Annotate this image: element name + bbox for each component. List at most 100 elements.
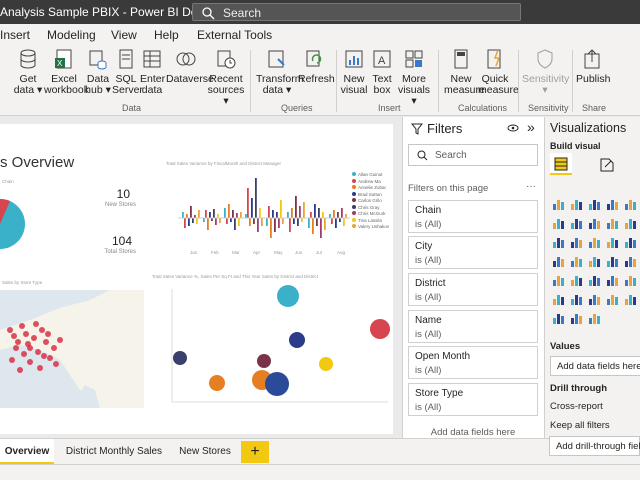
visual-type-icon[interactable]: [570, 254, 584, 268]
visual-type-icon[interactable]: [606, 254, 620, 268]
refresh-button[interactable]: Refresh: [298, 48, 335, 85]
visual-type-icon[interactable]: [552, 216, 566, 230]
visual-type-icon[interactable]: [570, 292, 584, 306]
bar: [310, 212, 312, 218]
visualizations-title: Visualizations: [550, 121, 627, 135]
values-drop-field[interactable]: Add data fields here: [550, 356, 640, 376]
visual-type-icon[interactable]: [588, 292, 602, 306]
visual-type-icon[interactable]: [570, 311, 584, 325]
visual-type-icon[interactable]: [588, 273, 602, 287]
sensitivity-button[interactable]: Sensitivity ▾: [522, 48, 569, 96]
new-measure-button[interactable]: New measure: [444, 48, 485, 96]
store-dot: [43, 339, 49, 345]
new-visual-button[interactable]: New visual: [340, 48, 368, 96]
store-map[interactable]: [0, 290, 144, 408]
bar: [339, 218, 341, 222]
recent-sources-icon: [217, 50, 236, 69]
text-box-button[interactable]: A Text box: [370, 48, 394, 96]
menu-help[interactable]: Help: [154, 28, 179, 42]
bar: [287, 212, 289, 218]
visual-type-icon[interactable]: [624, 197, 638, 211]
visual-type-icon[interactable]: [588, 197, 602, 211]
report-page[interactable]: s Overview Chain 10 New Stores 104 Total…: [0, 124, 393, 434]
visual-type-icon[interactable]: [606, 273, 620, 287]
bar: [230, 218, 232, 222]
bar: [331, 218, 333, 224]
visual-type-icon[interactable]: [570, 235, 584, 249]
add-page-button[interactable]: +: [241, 441, 269, 463]
enter-data-button[interactable]: Enter data: [140, 48, 165, 96]
kpi-total-stores-value: 104: [111, 234, 132, 248]
menu-modeling[interactable]: Modeling: [47, 28, 96, 42]
data-hub-button[interactable]: Data hub ▾: [84, 48, 112, 96]
transform-data-button[interactable]: Transform data ▾: [256, 48, 303, 96]
build-visual-tab[interactable]: [550, 153, 572, 175]
visual-type-icon[interactable]: [624, 254, 638, 268]
eye-icon[interactable]: [507, 123, 519, 133]
filter-card-chain[interactable]: Chain is (All): [408, 200, 538, 233]
sql-server-button[interactable]: SQL Server: [112, 48, 143, 96]
visual-type-icon[interactable]: [606, 197, 620, 211]
build-visual-label: Build visual: [550, 141, 601, 151]
menu-insert[interactable]: Insert: [0, 28, 30, 42]
bubble: [173, 351, 187, 365]
recent-sources-button[interactable]: Recent sources ▾: [206, 48, 246, 107]
format-visual-icon[interactable]: [599, 157, 615, 173]
drill-through-drop-field[interactable]: Add drill-through fields: [549, 436, 640, 456]
visual-type-icon[interactable]: [588, 311, 602, 325]
publish-button[interactable]: Publish: [576, 48, 610, 85]
bar: [270, 218, 272, 238]
menu-view[interactable]: View: [111, 28, 137, 42]
ribbon-separator: [518, 50, 519, 112]
visual-type-icon[interactable]: [624, 235, 638, 249]
bubble: [289, 332, 305, 348]
search-box[interactable]: Search: [192, 3, 521, 21]
visual-type-icon[interactable]: [606, 235, 620, 249]
get-data-button[interactable]: Get data ▾: [12, 48, 44, 96]
bar: [314, 204, 316, 218]
visual-type-icon[interactable]: [552, 311, 566, 325]
visual-type-icon[interactable]: [588, 216, 602, 230]
filters-search-input[interactable]: Search: [408, 144, 538, 166]
visual-type-icon[interactable]: [606, 216, 620, 230]
visual-type-icon[interactable]: [552, 235, 566, 249]
tab-new-stores[interactable]: New Stores: [174, 439, 236, 465]
visual-type-icon[interactable]: [624, 292, 638, 306]
visual-type-icon[interactable]: [606, 292, 620, 306]
visual-type-icon[interactable]: [570, 273, 584, 287]
filter-card-name[interactable]: Name is (All): [408, 310, 538, 343]
month-tick: Apr: [253, 250, 261, 255]
dataverse-button[interactable]: Dataverse: [166, 48, 214, 85]
filter-card-open-month[interactable]: Open Month is (All): [408, 346, 538, 379]
collapse-pane-icon[interactable]: »: [527, 119, 535, 135]
visual-type-icon[interactable]: [552, 273, 566, 287]
filters-add-fields[interactable]: Add data fields here: [408, 427, 538, 438]
visual-type-icon[interactable]: [552, 254, 566, 268]
pie-chart[interactable]: [0, 194, 40, 254]
filter-card-district[interactable]: District is (All): [408, 273, 538, 306]
visual-type-icon[interactable]: [588, 235, 602, 249]
quick-measure-button[interactable]: Quick measure: [478, 48, 519, 96]
variance-bar-chart[interactable]: Jan Feb Mar Apr May Jun Jul Aug: [160, 168, 350, 256]
tab-district-monthly-sales[interactable]: District Monthly Sales: [62, 439, 166, 465]
visual-type-icon[interactable]: [588, 254, 602, 268]
menu-external-tools[interactable]: External Tools: [197, 28, 272, 42]
legend-item[interactable]: Valery Ushakov: [352, 224, 392, 231]
filter-card-city[interactable]: City is (All): [408, 236, 538, 269]
filter-card-store-type[interactable]: Store Type is (All): [408, 383, 538, 416]
visual-type-icon[interactable]: [552, 197, 566, 211]
cross-report-toggle[interactable]: Cross-report: [550, 401, 603, 412]
visual-type-icon[interactable]: [552, 292, 566, 306]
bar: [232, 210, 234, 218]
keep-all-filters-toggle[interactable]: Keep all filters: [550, 420, 610, 431]
dataverse-icon: [176, 52, 196, 66]
visual-type-icon[interactable]: [570, 197, 584, 211]
excel-workbook-button[interactable]: X Excel workbook: [44, 48, 89, 96]
more-visuals-button[interactable]: More visuals ▾: [396, 48, 432, 107]
more-options-icon[interactable]: ···: [526, 181, 536, 192]
visual-type-icon[interactable]: [624, 216, 638, 230]
tab-overview[interactable]: Overview: [0, 439, 54, 465]
visual-type-icon[interactable]: [624, 273, 638, 287]
visual-type-icon[interactable]: [570, 216, 584, 230]
bubble-chart[interactable]: [152, 284, 392, 419]
